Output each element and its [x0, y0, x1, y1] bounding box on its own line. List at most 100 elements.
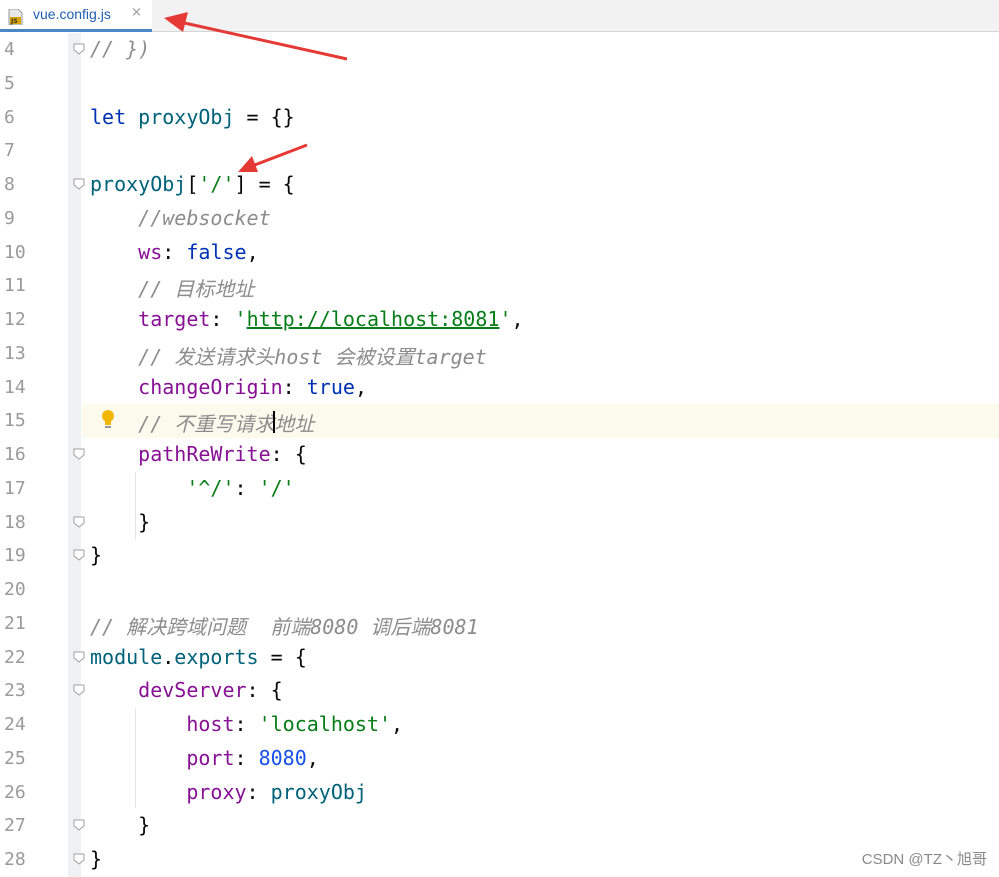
code-line[interactable]: 8 proxyObj['/'] = { — [0, 168, 999, 202]
close-icon[interactable]: × — [131, 5, 142, 20]
code-token: //websocket — [138, 205, 271, 230]
fold-marker-icon[interactable] — [73, 178, 85, 190]
code-token: proxyObj — [138, 104, 235, 129]
line-number: 20 — [4, 579, 26, 600]
fold-marker-icon[interactable] — [73, 448, 85, 460]
code-token: changeOrigin — [138, 374, 283, 399]
code-line[interactable]: 23 devServer: { — [0, 674, 999, 708]
code-line[interactable]: 18 } — [0, 506, 999, 540]
svg-text:JS: JS — [10, 18, 18, 25]
code-token: : — [210, 307, 235, 331]
code-token: = { — [258, 644, 307, 669]
code-token: let — [90, 104, 139, 129]
watermark: CSDN @TZ丶旭哥 — [861, 851, 987, 868]
code-text: proxy: proxyObj — [90, 780, 367, 804]
code-token: } — [90, 813, 151, 838]
fold-marker-icon[interactable] — [73, 651, 85, 663]
code-text: // }) — [90, 37, 150, 61]
code-line[interactable]: 11 // 目标地址 — [0, 269, 999, 303]
code-token: [ — [186, 172, 199, 196]
code-token: , — [354, 374, 367, 399]
code-line[interactable]: 14 changeOrigin: true, — [0, 371, 999, 405]
code-text: proxyObj['/'] = { — [90, 172, 295, 196]
fold-marker-icon[interactable] — [73, 516, 85, 528]
code-text: host: 'localhost', — [90, 712, 403, 736]
code-token: ' — [234, 307, 247, 331]
code-line[interactable]: 12 target: 'http://localhost:8081', — [0, 303, 999, 337]
code-token: // 不重写请求地址 — [138, 412, 315, 437]
line-number: 7 — [4, 140, 15, 162]
code-token: ws — [138, 239, 163, 264]
code-line[interactable]: 25 port: 8080, — [0, 742, 999, 776]
line-number: 22 — [4, 646, 26, 668]
fold-marker-icon[interactable] — [73, 43, 85, 55]
code-line[interactable]: 7 — [0, 134, 999, 168]
code-token: 'localhost' — [258, 712, 392, 736]
code-text: changeOrigin: true, — [90, 375, 367, 399]
code-line[interactable]: 20 — [0, 573, 999, 607]
code-token: '/' — [198, 172, 235, 196]
code-token: target — [138, 307, 211, 331]
fold-marker-icon[interactable] — [73, 853, 85, 865]
line-number: 11 — [4, 275, 26, 297]
lightbulb-icon[interactable] — [100, 409, 116, 431]
fold-marker-icon[interactable] — [73, 684, 85, 696]
line-number: 27 — [4, 815, 26, 837]
code-line[interactable]: 28} — [0, 843, 999, 877]
code-token: } — [90, 509, 151, 534]
tab-vue-config-js[interactable]: JS vue.config.js × — [0, 0, 152, 32]
code-line[interactable]: 26 proxy: proxyObj — [0, 776, 999, 810]
code-text: target: 'http://localhost:8081', — [90, 307, 523, 331]
code-line[interactable]: 17 '^/': '/' — [0, 472, 999, 506]
code-line[interactable]: 24 host: 'localhost', — [0, 708, 999, 742]
code-text: pathReWrite: { — [90, 442, 307, 466]
javascript-file-icon: JS — [8, 9, 23, 25]
fold-marker-icon[interactable] — [73, 819, 85, 831]
code-text: let proxyObj = {} — [90, 105, 295, 129]
code-line[interactable]: 16 pathReWrite: { — [0, 438, 999, 472]
code-text: // 不重写请求地址 — [90, 408, 314, 437]
line-number: 9 — [4, 207, 15, 229]
line-number: 6 — [4, 106, 15, 128]
code-line[interactable]: 22 module.exports = { — [0, 641, 999, 675]
code-text: //websocket — [90, 205, 271, 230]
code-token: proxy — [186, 779, 247, 804]
line-number: 28 — [4, 849, 26, 870]
code-editor[interactable]: 4// }) 5 6 let proxyObj = {} 7 8 proxyObj['/']… — [0, 33, 999, 877]
code-token: '/' — [258, 475, 295, 500]
line-number: 19 — [4, 545, 26, 567]
code-token: proxyObj — [90, 172, 187, 196]
code-line[interactable]: 9 //websocket — [0, 202, 999, 236]
code-line[interactable]: 19} — [0, 539, 999, 573]
line-number: 5 — [4, 72, 15, 94]
code-text: devServer: { — [90, 678, 283, 702]
line-number: 13 — [4, 342, 26, 364]
code-line[interactable]: 27 } — [0, 809, 999, 843]
code-text: } — [90, 813, 150, 837]
code-token: : — [234, 745, 259, 770]
fold-marker-icon[interactable] — [73, 549, 85, 561]
code-token: : — [246, 779, 271, 804]
code-line[interactable]: 13 // 发送请求头host 会被设置target — [0, 337, 999, 371]
code-line[interactable]: 21 // 解决跨域问题 前端8080 调后端8081 — [0, 607, 999, 641]
code-token: // 解决跨域问题 前端8080 调后端8081 — [90, 614, 479, 639]
code-token: : { — [246, 678, 283, 703]
code-token: ] = { — [234, 172, 295, 196]
line-number: 15 — [4, 410, 26, 432]
code-text: } — [90, 543, 102, 567]
code-line[interactable]: 15 // 不重写请求地址 — [0, 404, 999, 438]
code-line[interactable]: 4 // }) — [0, 33, 999, 67]
code-line[interactable]: 6 let proxyObj = {} — [0, 101, 999, 135]
code-text: ws: false, — [90, 239, 258, 264]
code-token: http://localhost:8081 — [246, 307, 500, 331]
code-line[interactable]: 10 ws: false, — [0, 236, 999, 270]
code-line[interactable]: 5 — [0, 67, 999, 101]
